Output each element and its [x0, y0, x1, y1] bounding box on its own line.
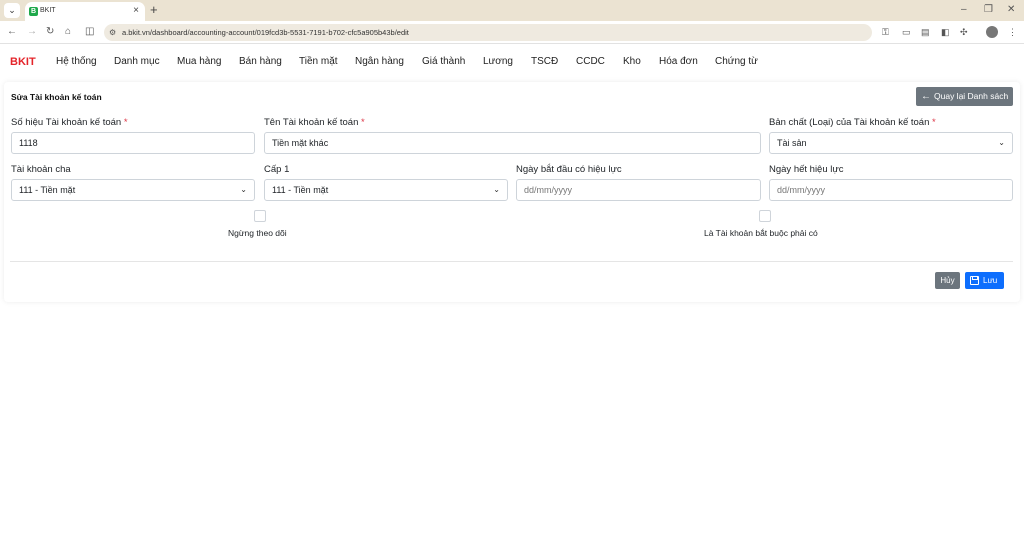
minimize-icon[interactable]: – — [961, 3, 967, 17]
menu-luong[interactable]: Lương — [483, 55, 513, 69]
account-name-label: Tên Tài khoản kế toán * — [264, 117, 365, 128]
menu-ngan-hang[interactable]: Ngân hàng — [355, 55, 404, 69]
account-number-label: Số hiệu Tài khoản kế toán * — [11, 117, 128, 128]
parent-account-label: Tài khoản cha — [11, 164, 71, 175]
tab-search-icon[interactable]: ⌄ — [4, 3, 20, 18]
address-bar[interactable]: ⚙ a.bkit.vn/dashboard/accounting-account… — [104, 24, 872, 41]
menu-kho[interactable]: Kho — [623, 55, 641, 69]
reload-icon[interactable]: ↻ — [46, 25, 54, 39]
level1-label: Cấp 1 — [264, 164, 290, 175]
tab-title: BKIT — [40, 7, 56, 14]
required-account-label: Là Tài khoản bắt buộc phải có — [704, 228, 818, 238]
app-navbar: BKIT Hệ thống Danh mục Mua hàng Bán hàng… — [0, 45, 1024, 78]
password-key-icon[interactable]: ⚿ — [882, 26, 889, 38]
more-menu-icon[interactable]: ⋮ — [1008, 26, 1017, 38]
menu-hoa-don[interactable]: Hóa đơn — [659, 55, 698, 69]
extensions-icon[interactable]: ✣ — [960, 26, 968, 38]
account-name-input[interactable]: Tiền mặt khác — [264, 132, 761, 154]
menu-tscd[interactable]: TSCĐ — [531, 55, 558, 69]
stop-tracking-checkbox[interactable] — [254, 210, 266, 222]
menu-chung-tu[interactable]: Chứng từ — [715, 55, 758, 69]
menu-ccdc[interactable]: CCDC — [576, 55, 605, 69]
required-account-checkbox[interactable] — [759, 210, 771, 222]
close-window-icon[interactable]: ✕ — [1007, 3, 1015, 17]
chevron-down-icon: ⌄ — [998, 138, 1005, 147]
chevron-down-icon: ⌄ — [493, 185, 500, 194]
save-button[interactable]: Lưu — [965, 272, 1004, 289]
browser-tabbar: ⌄ B BKIT × + – ❐ ✕ — [0, 0, 1024, 21]
card-icon[interactable]: ▭ — [902, 26, 911, 38]
menu-mua-hang[interactable]: Mua hàng — [177, 55, 221, 69]
sidebar-icon[interactable]: ◫ — [85, 25, 94, 39]
home-icon[interactable]: ⌂ — [65, 25, 71, 39]
back-arrow-icon[interactable]: ← — [7, 25, 17, 39]
account-nature-select[interactable]: Tài sản ⌄ — [769, 132, 1013, 154]
back-to-list-label: Quay lại Danh sách — [934, 91, 1009, 101]
level1-select[interactable]: 111 - Tiền mặt ⌄ — [264, 179, 508, 201]
brand-logo[interactable]: BKIT — [10, 55, 36, 69]
favicon-icon: B — [29, 7, 38, 16]
level1-value: 111 - Tiền mặt — [272, 185, 329, 195]
account-nature-value: Tài sản — [777, 138, 807, 148]
menu-he-thong[interactable]: Hệ thống — [56, 55, 97, 69]
profile-avatar[interactable] — [986, 26, 998, 38]
end-date-input[interactable]: dd/mm/yyyy — [769, 179, 1013, 201]
account-number-input[interactable]: 1118 — [11, 132, 255, 154]
parent-account-select[interactable]: 111 - Tiền mặt ⌄ — [11, 179, 255, 201]
back-to-list-button[interactable]: ← Quay lại Danh sách — [916, 87, 1013, 106]
stop-tracking-label: Ngừng theo dõi — [228, 228, 287, 238]
save-label: Lưu — [983, 276, 998, 285]
menu-danh-muc[interactable]: Danh mục — [114, 55, 160, 69]
form-divider — [10, 261, 1013, 262]
url-text: a.bkit.vn/dashboard/accounting-account/0… — [122, 28, 409, 37]
start-date-label: Ngày bắt đầu có hiệu lực — [516, 164, 622, 175]
page-title: Sửa Tài khoản kế toán — [11, 92, 102, 102]
end-date-label: Ngày hết hiệu lực — [769, 164, 844, 175]
cancel-button[interactable]: Hủy — [935, 272, 960, 289]
menu-gia-thanh[interactable]: Giá thành — [422, 55, 465, 69]
chevron-down-icon: ⌄ — [240, 185, 247, 194]
menu-tien-mat[interactable]: Tiền mặt — [299, 55, 338, 69]
parent-account-value: 111 - Tiền mặt — [19, 185, 76, 195]
browser-toolbar: ← → ↻ ⌂ ◫ ⚙ a.bkit.vn/dashboard/accounti… — [0, 21, 1024, 44]
menu-ban-hang[interactable]: Bán hàng — [239, 55, 282, 69]
floppy-disk-icon — [970, 276, 979, 285]
start-date-input[interactable]: dd/mm/yyyy — [516, 179, 761, 201]
site-info-icon[interactable]: ⚙ — [109, 27, 116, 38]
account-nature-label: Bản chất (Loại) của Tài khoản kế toán * — [769, 117, 936, 128]
split-view-icon[interactable]: ◧ — [941, 26, 950, 38]
new-tab-icon[interactable]: + — [150, 2, 158, 18]
tab-close-icon[interactable]: × — [133, 5, 139, 17]
forward-arrow-icon[interactable]: → — [27, 25, 37, 39]
browser-tab[interactable]: B BKIT × — [25, 2, 145, 21]
reading-mode-icon[interactable]: ▤ — [921, 26, 930, 38]
arrow-left-icon: ← — [921, 91, 931, 102]
restore-icon[interactable]: ❐ — [984, 3, 993, 17]
